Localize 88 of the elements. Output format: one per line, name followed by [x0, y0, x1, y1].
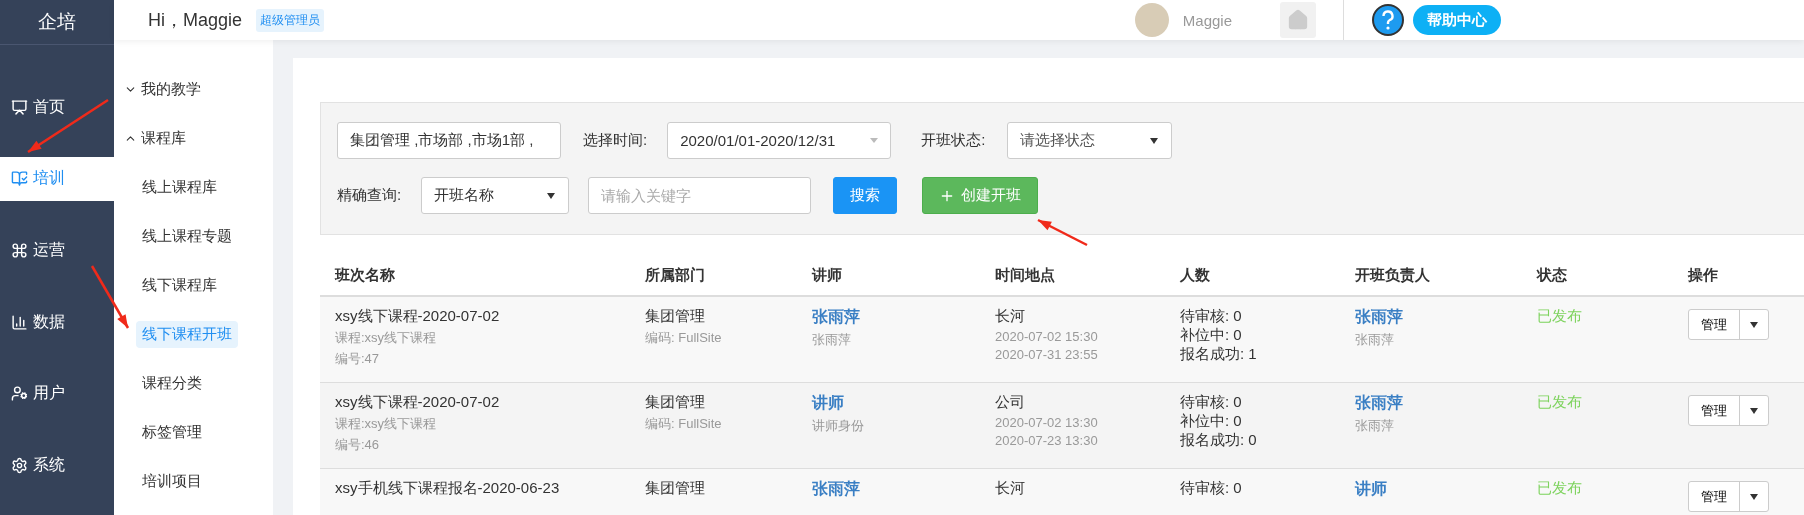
menu-item[interactable]: 培训项目: [136, 468, 208, 495]
owner-link[interactable]: 讲师: [1355, 479, 1387, 500]
start-time: 2020-07-02 15:30: [995, 329, 1098, 344]
menu-item[interactable]: 线上课程专题: [136, 223, 238, 250]
end-time: 2020-07-31 23:55: [995, 347, 1098, 362]
owner-link[interactable]: 张雨萍: [1355, 307, 1403, 328]
exact-query-label: 精确查询:: [337, 186, 402, 205]
enrollment-count: 补位中: 0: [1180, 412, 1242, 431]
dropdown-caret-icon: [1749, 492, 1759, 501]
column-header: 状态: [1537, 265, 1568, 285]
location: 长河: [995, 307, 1025, 326]
enrollment-count: 待审核: 0: [1180, 479, 1242, 498]
teacher-role: 张雨萍: [812, 331, 851, 349]
nav-item[interactable]: 首页: [0, 84, 114, 130]
owner-link[interactable]: 张雨萍: [1355, 393, 1403, 414]
enrollment-count: 待审核: 0: [1180, 393, 1242, 412]
department-code: 编码: FullSite: [645, 415, 722, 433]
settings-icon: [11, 457, 28, 475]
end-time: 2020-07-23 13:30: [995, 433, 1098, 448]
teacher-link[interactable]: 讲师: [812, 393, 844, 414]
column-header: 班次名称: [335, 265, 396, 285]
status-text: 已发布: [1537, 393, 1582, 412]
query-type-select[interactable]: 开班名称: [421, 177, 570, 214]
column-header: 人数: [1180, 265, 1211, 285]
enrollment-count: 报名成功: 1: [1180, 345, 1257, 364]
menu-item[interactable]: 线下课程库: [136, 272, 223, 299]
department-code: 编码: FullSite: [645, 329, 722, 347]
teacher-role: 讲师身份: [812, 417, 864, 435]
annotation-arrow: [90, 265, 130, 329]
role-badge: 超级管理员: [256, 8, 325, 32]
nav-item[interactable]: 培训: [0, 156, 114, 202]
status-text: 已发布: [1537, 307, 1582, 326]
command-icon: [11, 242, 28, 260]
dropdown-caret-icon: [1149, 136, 1160, 145]
enrollment-count: 待审核: 0: [1180, 307, 1242, 326]
location: 长河: [995, 479, 1025, 498]
status-select[interactable]: 请选择状态: [1007, 122, 1173, 159]
department-field[interactable]: 集团管理 ,市场部 ,市场1部 ,: [337, 122, 561, 159]
nav-item[interactable]: 运营: [0, 228, 114, 273]
status-label: 开班状态:: [921, 131, 986, 150]
column-header: 所属部门: [645, 265, 706, 285]
menu-item[interactable]: 标签管理: [136, 419, 208, 446]
column-header: 开班负责人: [1355, 265, 1431, 285]
column-header: 操作: [1688, 265, 1719, 285]
enrollment-count: 补位中: 0: [1180, 326, 1242, 345]
user-name: Maggie: [1182, 11, 1232, 29]
column-header: 讲师: [812, 265, 843, 285]
home-icon: [1287, 9, 1309, 31]
annotation-arrow: [1037, 218, 1088, 247]
help-icon[interactable]: [1371, 3, 1405, 37]
nav-item[interactable]: 用户: [0, 371, 114, 417]
class-number: 编号:47: [335, 350, 380, 368]
owner-role: 张雨萍: [1355, 417, 1394, 435]
class-name: xsy线下课程-2020-07-02: [335, 393, 500, 412]
menu-group[interactable]: 我的教学: [124, 76, 273, 103]
enrollment-count: 报名成功: 0: [1180, 431, 1257, 450]
department-name: 集团管理: [645, 393, 705, 412]
course-name: 课程:xsy线下课程: [335, 329, 437, 347]
bar-chart-icon: [11, 313, 28, 331]
class-number: 编号:46: [335, 436, 380, 454]
user-gear-icon: [11, 385, 28, 403]
class-name: xsy线下课程-2020-07-02: [335, 307, 500, 326]
greeting-text: Hi，Maggie: [148, 9, 243, 32]
dropdown-caret-icon: [870, 138, 879, 143]
column-header: 时间地点: [995, 265, 1056, 285]
time-label: 选择时间:: [583, 131, 648, 150]
menu-group[interactable]: 课程库: [124, 125, 273, 152]
owner-role: 张雨萍: [1355, 331, 1394, 349]
department-name: 集团管理: [645, 307, 705, 326]
date-range-select[interactable]: 2020/01/01-2020/12/31: [667, 122, 892, 159]
menu-item[interactable]: 课程分类: [136, 370, 208, 397]
course-name: 课程:xsy线下课程: [335, 415, 437, 433]
nav-item[interactable]: 数据: [0, 299, 114, 345]
menu-item[interactable]: 线上课程库: [136, 174, 223, 201]
keyword-input[interactable]: 请输入关键字: [588, 177, 812, 214]
dropdown-caret-icon: [1749, 406, 1759, 415]
status-text: 已发布: [1537, 479, 1582, 498]
location: 公司: [995, 393, 1025, 412]
start-time: 2020-07-02 13:30: [995, 415, 1098, 430]
dropdown-caret-icon: [546, 191, 557, 200]
teacher-link[interactable]: 张雨萍: [812, 307, 860, 328]
class-name: xsy手机线下课程报名-2020-06-23: [335, 479, 560, 498]
chart-board-icon: [11, 98, 28, 116]
nav-item[interactable]: 系统: [0, 443, 114, 489]
department-name: 集团管理: [645, 479, 705, 498]
dropdown-caret-icon: [1749, 320, 1759, 329]
book-icon: [11, 170, 28, 188]
teacher-link[interactable]: 张雨萍: [812, 479, 860, 500]
